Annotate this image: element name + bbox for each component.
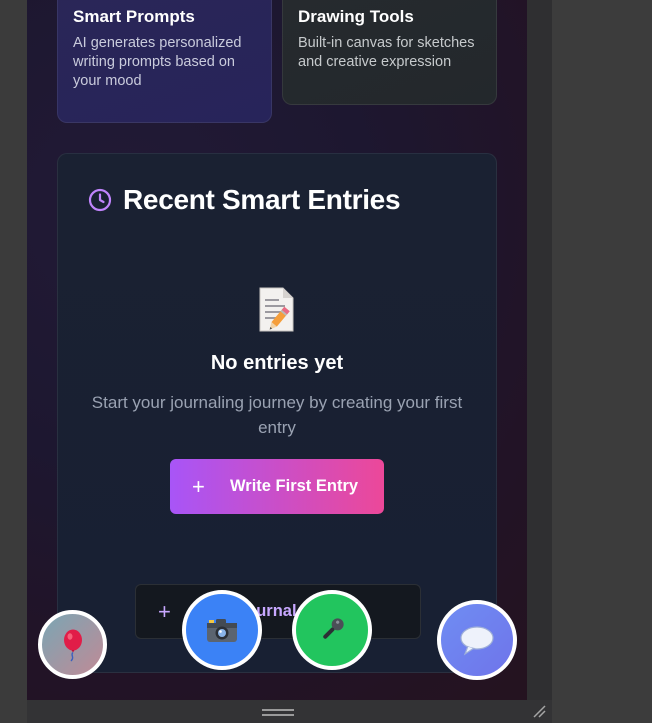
recent-entries-panel: Recent Smart Entries No entries yet Star… (57, 153, 497, 673)
left-gutter (0, 0, 27, 723)
speech-bubble-icon (459, 624, 495, 656)
microphone-icon (316, 614, 348, 646)
camera-icon (205, 616, 239, 644)
journal-book-button[interactable]: + Your Journal Book (135, 584, 421, 639)
chat-button[interactable] (437, 600, 517, 680)
clock-icon (88, 188, 112, 212)
feature-title: Smart Prompts (73, 7, 195, 26)
microphone-button[interactable] (292, 590, 372, 670)
empty-state-title: No entries yet (210, 352, 344, 374)
empty-state-description: Start your journaling journey by creatin… (91, 393, 463, 437)
right-gutter (552, 0, 652, 723)
panel-title: Recent Smart Entries (123, 184, 401, 215)
feature-card-smart-prompts: Smart Prompts AI generates personalized … (57, 0, 272, 123)
camera-button[interactable] (182, 590, 262, 670)
resize-grip-icon[interactable] (532, 704, 546, 718)
memo-icon (257, 285, 299, 335)
drag-handle-icon[interactable] (262, 709, 294, 716)
feature-description: AI generates personalized writing prompt… (73, 35, 242, 89)
balloon-button[interactable] (38, 610, 107, 679)
scrollbar-track[interactable] (527, 0, 552, 700)
plus-icon: + (192, 473, 205, 499)
feature-card-drawing-tools: Drawing Tools Built-in canvas for sketch… (282, 0, 497, 105)
panel-header: Recent Smart Entries (88, 184, 401, 216)
app-frame: Smart Prompts AI generates personalized … (27, 0, 527, 700)
bottom-bar (27, 700, 552, 723)
balloon-icon (60, 628, 86, 662)
feature-description: Built-in canvas for sketches and creativ… (298, 35, 475, 70)
write-first-entry-button[interactable]: + Write First Entry (170, 459, 384, 514)
feature-title: Drawing Tools (298, 7, 414, 26)
button-label: Write First Entry (230, 477, 359, 495)
